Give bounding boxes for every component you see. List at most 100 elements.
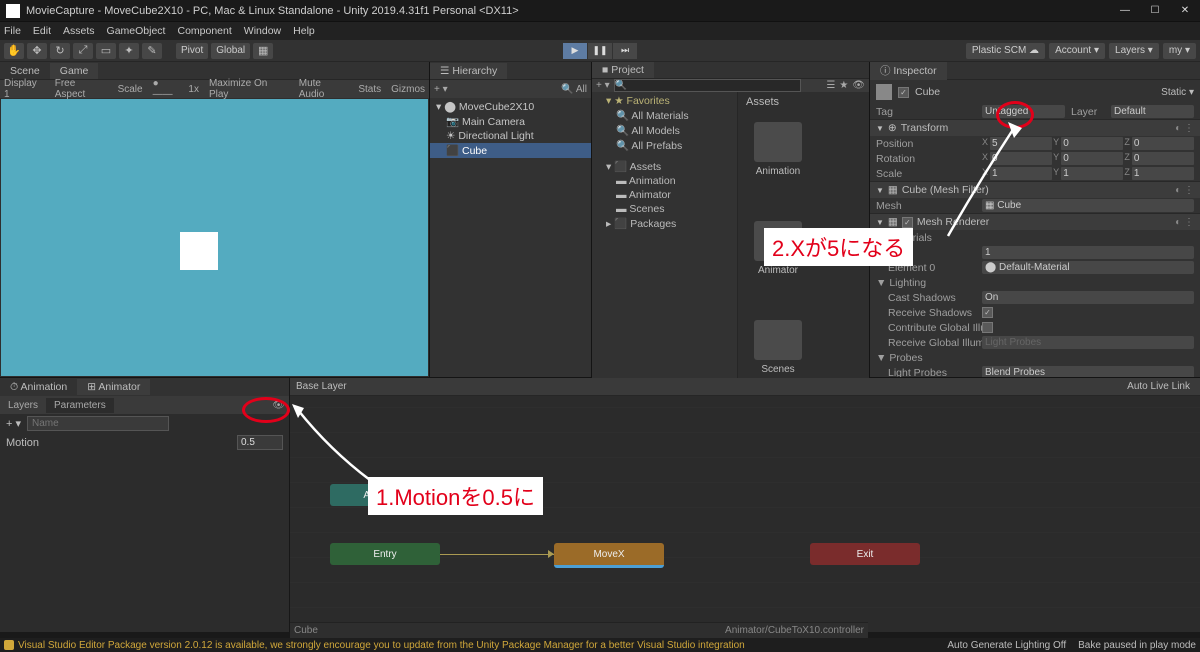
maximize-icon[interactable]: ☐ <box>1146 5 1164 16</box>
scl-y[interactable]: 1 <box>1061 167 1123 180</box>
param-motion[interactable]: Motion 0.5 <box>0 433 289 452</box>
game-view[interactable] <box>1 99 428 376</box>
mesh-field[interactable]: ▦ Cube <box>982 199 1194 212</box>
rot-z[interactable]: 0 <box>1132 152 1194 165</box>
tab-game[interactable]: Game <box>50 63 99 79</box>
create-dropdown[interactable]: + ▾ <box>434 84 448 95</box>
transition-line[interactable] <box>440 554 554 555</box>
light-probes[interactable]: Blend Probes <box>982 366 1194 377</box>
folder-scenes[interactable]: Scenes <box>748 320 808 375</box>
tab-animation[interactable]: ⏱ Animation <box>0 379 77 396</box>
console-status[interactable]: Visual Studio Editor Package version 2.0… <box>0 638 1200 652</box>
pivot-toggle[interactable]: Pivot <box>176 43 208 59</box>
assets-group[interactable]: ▾ ⬛ Assets <box>592 159 737 174</box>
parameters-tab[interactable]: Parameters <box>46 398 114 413</box>
project-hidden-icon[interactable]: 👁 <box>852 80 865 91</box>
project-search[interactable] <box>614 79 802 92</box>
menu-assets[interactable]: Assets <box>63 25 95 37</box>
fav-all-prefabs[interactable]: 🔍 All Prefabs <box>592 138 737 153</box>
add-param-button[interactable]: + ▾ <box>6 417 21 430</box>
scl-z[interactable]: 1 <box>1132 167 1194 180</box>
hierarchy-item-cube[interactable]: ⬛ Cube <box>430 143 591 158</box>
project-grid[interactable]: Assets Animation Animator Scenes <box>738 92 869 385</box>
rot-x[interactable]: 0 <box>990 152 1052 165</box>
move-tool-icon[interactable]: ✥ <box>27 43 47 59</box>
materials-size[interactable]: 1 <box>982 246 1194 259</box>
layer-dropdown[interactable]: Default <box>1111 105 1194 118</box>
maximize-toggle[interactable]: Maximize On Play <box>209 78 289 100</box>
minimize-icon[interactable]: — <box>1116 5 1134 16</box>
menu-edit[interactable]: Edit <box>33 25 51 37</box>
rot-y[interactable]: 0 <box>1061 152 1123 165</box>
cast-shadows[interactable]: On <box>982 291 1194 304</box>
state-machine-graph[interactable]: Any State Entry MoveX Exit <box>290 396 1200 632</box>
hierarchy-item-camera[interactable]: 📷 Main Camera <box>430 114 591 129</box>
scale-tool-icon[interactable]: ⤢ <box>73 43 93 59</box>
packages-group[interactable]: ▸ ⬛ Packages <box>592 216 737 231</box>
rotate-tool-icon[interactable]: ↻ <box>50 43 70 59</box>
project-create[interactable]: + ▾ <box>596 80 610 91</box>
tab-inspector[interactable]: ⓘ Inspector <box>870 62 947 80</box>
static-toggle[interactable]: Static ▾ <box>1161 87 1194 98</box>
menu-gameobject[interactable]: GameObject <box>107 25 166 37</box>
layout-dropdown[interactable]: my ▾ <box>1163 43 1196 59</box>
plastic-scm-button[interactable]: Plastic SCM ☁ <box>966 43 1045 59</box>
transform-tool-icon[interactable]: ✦ <box>119 43 139 59</box>
pos-x[interactable]: 5 <box>990 137 1052 150</box>
active-checkbox[interactable]: ✓ <box>898 87 909 98</box>
account-dropdown[interactable]: Account ▾ <box>1049 43 1105 59</box>
tab-scene[interactable]: Scene <box>0 63 50 79</box>
menu-help[interactable]: Help <box>293 25 315 37</box>
layers-tab[interactable]: Layers <box>0 398 46 413</box>
assets-scenes[interactable]: ▬ Scenes <box>592 202 737 216</box>
custom-tool-icon[interactable]: ✎ <box>142 43 162 59</box>
favorites-group[interactable]: ▾ ★ Favorites <box>592 94 737 108</box>
rect-tool-icon[interactable]: ▭ <box>96 43 116 59</box>
tab-animator[interactable]: ⊞ Animator <box>77 379 150 395</box>
snap-grid-icon[interactable]: ▦ <box>253 43 273 59</box>
layer-breadcrumb[interactable]: Base Layer <box>296 381 347 392</box>
fav-all-materials[interactable]: 🔍 All Materials <box>592 108 737 123</box>
contrib-gi-check[interactable] <box>982 322 993 333</box>
pos-y[interactable]: 0 <box>1061 137 1123 150</box>
node-any-state[interactable]: Any State <box>330 484 440 506</box>
param-value-input[interactable]: 0.5 <box>237 435 283 450</box>
eye-icon[interactable]: 👁 <box>272 400 285 411</box>
receive-shadows-check[interactable]: ✓ <box>982 307 993 318</box>
node-movex[interactable]: MoveX <box>554 543 664 568</box>
folder-animator[interactable]: Animator <box>748 221 808 276</box>
display-dropdown[interactable]: Display 1 <box>4 78 45 100</box>
tab-project[interactable]: ■ Project <box>592 62 654 78</box>
stats-toggle[interactable]: Stats <box>358 84 381 95</box>
menu-window[interactable]: Window <box>244 25 281 37</box>
project-filter-icon[interactable]: ☰ <box>826 80 835 91</box>
mute-toggle[interactable]: Mute Audio <box>299 78 349 100</box>
close-icon[interactable]: ✕ <box>1176 5 1194 16</box>
hierarchy-item-light[interactable]: ☀ Directional Light <box>430 129 591 143</box>
auto-live-link[interactable]: Auto Live Link <box>1127 381 1194 392</box>
param-search[interactable] <box>27 416 169 431</box>
step-button[interactable]: ⏭ <box>613 43 637 59</box>
global-toggle[interactable]: Global <box>211 43 250 59</box>
transform-header[interactable]: ▼⊕ Transform◐ ⋮ <box>870 119 1200 136</box>
layers-dropdown[interactable]: Layers ▾ <box>1109 43 1159 59</box>
play-button[interactable]: ▶ <box>563 43 587 59</box>
pause-button[interactable]: ❚❚ <box>588 43 612 59</box>
menu-component[interactable]: Component <box>177 25 231 37</box>
pos-z[interactable]: 0 <box>1132 137 1194 150</box>
assets-animator[interactable]: ▬ Animator <box>592 188 737 202</box>
assets-animation[interactable]: ▬ Animation <box>592 174 737 188</box>
material-element0[interactable]: ⬤ Default-Material <box>982 261 1194 274</box>
node-exit[interactable]: Exit <box>810 543 920 565</box>
project-favorite-icon[interactable]: ★ <box>839 80 848 91</box>
tag-dropdown[interactable]: Untagged <box>982 105 1065 118</box>
meshrenderer-header[interactable]: ▼▦ ✓ Mesh Renderer◐ ⋮ <box>870 213 1200 230</box>
gizmos-toggle[interactable]: Gizmos <box>391 84 425 95</box>
object-name[interactable]: Cube <box>915 86 940 98</box>
meshfilter-header[interactable]: ▼▦ Cube (Mesh Filter)◐ ⋮ <box>870 181 1200 198</box>
fav-all-models[interactable]: 🔍 All Models <box>592 123 737 138</box>
scene-item[interactable]: ▾ ⬤ MoveCube2X10 <box>430 100 591 114</box>
scl-x[interactable]: 1 <box>990 167 1052 180</box>
folder-animation[interactable]: Animation <box>748 122 808 177</box>
tab-hierarchy[interactable]: ☰ Hierarchy <box>430 63 507 79</box>
